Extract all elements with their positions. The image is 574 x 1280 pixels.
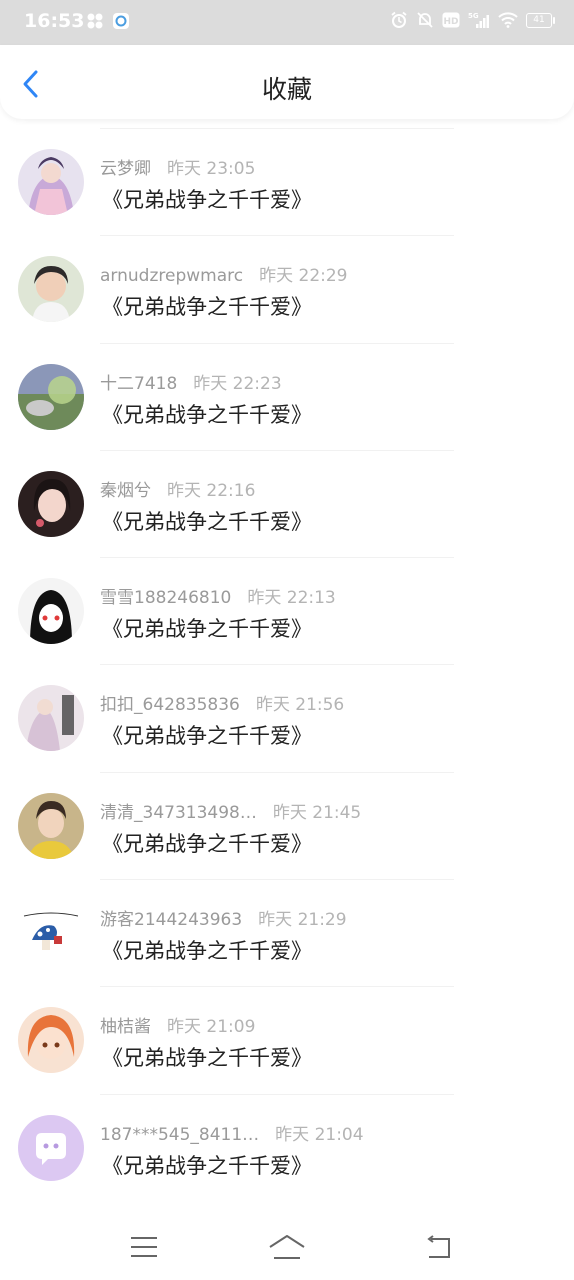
- item-meta: arnudzrepwmarc 昨天 22:29: [100, 261, 348, 286]
- avatar[interactable]: [18, 149, 84, 215]
- avatar[interactable]: [18, 792, 84, 859]
- item-meta: 187***545_8411… 昨天 21:04: [100, 1120, 364, 1145]
- list-item[interactable]: 游客2144243963 昨天 21:29 《兄弟战争之千千爱》: [0, 879, 574, 986]
- username: 秦烟兮: [100, 480, 151, 501]
- username: 游客2144243963: [100, 910, 243, 931]
- list-item[interactable]: 秦烟兮 昨天 22:16 《兄弟战争之千千爱》: [0, 449, 574, 557]
- home-button[interactable]: [265, 1230, 309, 1264]
- list-item[interactable]: 扣扣_642835836 昨天 21:56 《兄弟战争之千千爱》: [0, 664, 574, 771]
- signal-icon: 5G: [468, 12, 489, 28]
- menu-button[interactable]: [122, 1230, 166, 1264]
- username: 187***545_8411…: [100, 1124, 260, 1145]
- status-time: 16:53: [24, 10, 85, 32]
- username: 雪雪188246810: [100, 588, 232, 609]
- username: arnudzrepwmarc: [100, 266, 244, 287]
- avatar[interactable]: [18, 685, 84, 752]
- timestamp: 昨天 21:56: [255, 695, 345, 716]
- timestamp: 昨天 21:04: [275, 1124, 364, 1145]
- username: 清清_347313498…: [100, 802, 257, 823]
- status-right-icons: HD 5G 41: [390, 11, 555, 29]
- apps-icon: [87, 13, 103, 29]
- book-title: 《兄弟战争之千千爱》: [102, 939, 312, 964]
- item-meta: 柚桔酱 昨天 21:09: [100, 1012, 255, 1037]
- avatar[interactable]: [18, 1007, 84, 1074]
- list-item[interactable]: 清清_347313498… 昨天 21:45 《兄弟战争之千千爱》: [0, 771, 574, 879]
- item-meta: 秦烟兮 昨天 22:16: [100, 476, 255, 501]
- item-meta: 扣扣_642835836 昨天 21:56: [100, 690, 344, 715]
- book-title: 《兄弟战争之千千爱》: [102, 1046, 312, 1071]
- username: 十二7418: [100, 373, 178, 394]
- browser-icon: [113, 13, 129, 29]
- list-item[interactable]: 187***545_8411… 昨天 21:04 《兄弟战争之千千爱》: [0, 1093, 574, 1201]
- avatar[interactable]: [18, 470, 84, 537]
- timestamp: 昨天 22:13: [247, 588, 336, 609]
- hd-icon: HD: [442, 12, 460, 28]
- status-left-icons: [86, 12, 130, 30]
- avatar[interactable]: [18, 256, 84, 323]
- header: 收藏: [0, 45, 574, 119]
- svg-text:HD: HD: [443, 17, 458, 27]
- item-meta: 雪雪188246810 昨天 22:13: [100, 583, 336, 608]
- username: 云梦卿: [100, 159, 151, 179]
- timestamp: 昨天 22:23: [193, 373, 282, 394]
- username: 柚桔酱: [100, 1017, 151, 1038]
- timestamp: 昨天 21:09: [167, 1017, 256, 1038]
- item-meta: 云梦卿 昨天 23:05: [100, 154, 255, 179]
- svg-text:5G: 5G: [468, 12, 479, 20]
- book-title: 《兄弟战争之千千爱》: [102, 509, 312, 534]
- status-bar: 16:53 HD 5G 41: [0, 0, 574, 45]
- mute-icon: [417, 12, 433, 28]
- book-title: 《兄弟战争之千千爱》: [102, 831, 312, 856]
- system-nav-bar: [0, 1212, 574, 1280]
- timestamp: 昨天 21:45: [272, 802, 362, 823]
- username: 扣扣_642835836: [100, 695, 240, 716]
- list-item[interactable]: 雪雪188246810 昨天 22:13 《兄弟战争之千千爱》: [0, 557, 574, 664]
- book-title: 《兄弟战争之千千爱》: [102, 295, 312, 320]
- list-item[interactable]: 云梦卿 昨天 23:05 《兄弟战争之千千爱》: [0, 128, 574, 235]
- book-title: 《兄弟战争之千千爱》: [102, 617, 312, 642]
- back-nav-button[interactable]: [416, 1230, 460, 1264]
- timestamp: 昨天 21:29: [258, 910, 347, 931]
- item-meta: 清清_347313498… 昨天 21:45: [100, 798, 361, 823]
- list-item[interactable]: 柚桔酱 昨天 21:09 《兄弟战争之千千爱》: [0, 986, 574, 1093]
- avatar[interactable]: [18, 578, 84, 645]
- book-title: 《兄弟战争之千千爱》: [102, 724, 312, 749]
- timestamp: 昨天 23:05: [167, 159, 256, 179]
- item-meta: 游客2144243963 昨天 21:29: [100, 905, 347, 930]
- list-item[interactable]: arnudzrepwmarc 昨天 22:29 《兄弟战争之千千爱》: [0, 235, 574, 342]
- back-icon: [427, 1235, 450, 1258]
- page-title: 收藏: [261, 75, 312, 104]
- menu-icon: [131, 1237, 157, 1257]
- list-item[interactable]: 十二7418 昨天 22:23 《兄弟战争之千千爱》: [0, 342, 574, 450]
- book-title: 《兄弟战争之千千爱》: [102, 1153, 312, 1178]
- avatar[interactable]: [18, 1114, 84, 1181]
- home-icon: [269, 1235, 305, 1259]
- alarm-icon: [391, 11, 407, 28]
- favorites-list: 云梦卿 昨天 23:05 《兄弟战争之千千爱》 arnudzrepwmarc 昨天 …: [0, 128, 574, 1201]
- battery-icon: 41: [526, 12, 555, 28]
- timestamp: 昨天 22:29: [259, 266, 348, 287]
- book-title: 《兄弟战争之千千爱》: [102, 188, 312, 212]
- timestamp: 昨天 22:16: [167, 480, 256, 501]
- item-meta: 十二7418 昨天 22:23: [100, 369, 282, 394]
- avatar[interactable]: [18, 363, 84, 430]
- wifi-icon: [498, 12, 518, 28]
- avatar[interactable]: [18, 900, 84, 967]
- book-title: 《兄弟战争之千千爱》: [102, 402, 312, 427]
- default-avatar-icon: [18, 1114, 84, 1181]
